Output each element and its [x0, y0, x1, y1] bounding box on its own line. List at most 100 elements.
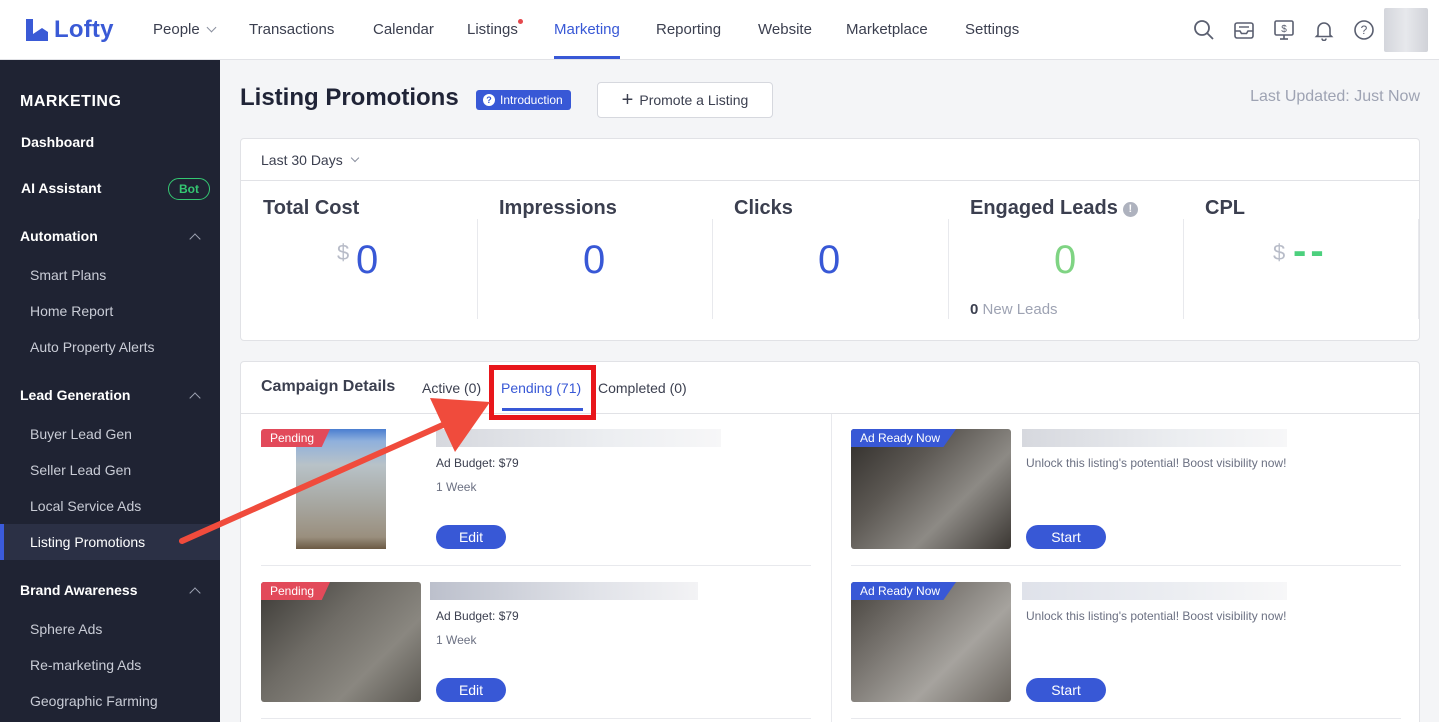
svg-text:?: ?	[1361, 23, 1368, 37]
sidebar-item-local-service-ads[interactable]: Local Service Ads	[30, 498, 141, 514]
sidebar-item-sphere-ads[interactable]: Sphere Ads	[30, 621, 102, 637]
last-updated: Last Updated: Just Now	[1250, 88, 1420, 105]
chevron-up-icon[interactable]	[189, 233, 201, 245]
stat-value: 0	[818, 238, 841, 282]
sidebar-item-listing-promotions[interactable]: Listing Promotions	[30, 534, 145, 550]
billing-icon[interactable]: $	[1273, 19, 1295, 41]
stat-value: 0	[583, 238, 606, 282]
sidebar-section-automation[interactable]: Automation	[20, 228, 98, 244]
chevron-up-icon[interactable]	[189, 392, 201, 404]
question-icon: ?	[483, 94, 495, 106]
info-icon[interactable]: !	[1122, 202, 1138, 217]
nav-listings-label: Listings	[467, 21, 518, 38]
help-icon[interactable]: ?	[1353, 19, 1375, 41]
ad-duration: 1 Week	[436, 633, 477, 647]
nav-listings[interactable]: Listings	[467, 0, 523, 60]
sidebar-item-smart-plans[interactable]: Smart Plans	[30, 267, 106, 283]
ad-budget: Ad Budget: $79	[436, 456, 519, 470]
sidebar-item-remarketing-ads[interactable]: Re-marketing Ads	[30, 657, 141, 673]
promote-listing-label: Promote a Listing	[639, 92, 749, 108]
nav-calendar[interactable]: Calendar	[373, 0, 434, 60]
currency-symbol: $	[1273, 240, 1286, 265]
listing-address-blurred	[1022, 429, 1287, 447]
currency-symbol: $	[337, 240, 350, 265]
stat-label: Engaged Leads!	[970, 197, 1138, 220]
sidebar-section-brand-awareness[interactable]: Brand Awareness	[20, 582, 138, 598]
annotation-highlight-box	[489, 365, 596, 420]
date-range-label: Last 30 Days	[261, 152, 343, 168]
stat-value: 0	[356, 238, 379, 282]
nav-people-label: People	[153, 21, 200, 38]
stat-impressions: Impressions 0	[477, 181, 712, 341]
chevron-up-icon[interactable]	[189, 587, 201, 599]
bot-badge: Bot	[168, 178, 210, 200]
chevron-down-icon	[206, 22, 217, 33]
start-button[interactable]: Start	[1026, 678, 1106, 702]
nav-settings[interactable]: Settings	[965, 0, 1019, 60]
svg-text:$: $	[1281, 24, 1287, 35]
inbox-icon[interactable]	[1233, 19, 1255, 41]
listing-address-blurred	[430, 582, 698, 600]
ad-ready-description: Unlock this listing's potential! Boost v…	[1026, 456, 1287, 470]
campaign-details-card: Campaign Details Active (0) Pending (71)…	[240, 361, 1420, 722]
sidebar-item-geographic-farming[interactable]: Geographic Farming	[30, 693, 158, 709]
nav-people[interactable]: People	[153, 0, 217, 60]
nav-marketing[interactable]: Marketing	[554, 0, 620, 60]
ad-ready-description: Unlock this listing's potential! Boost v…	[1026, 609, 1287, 623]
row-divider	[261, 718, 811, 719]
sidebar-title: MARKETING	[20, 93, 122, 110]
new-leads-label: New Leads	[982, 301, 1058, 318]
tab-completed[interactable]: Completed (0)	[598, 380, 687, 396]
stat-clicks: Clicks 0	[712, 181, 948, 341]
search-icon[interactable]	[1193, 19, 1215, 41]
stat-label: Total Cost	[263, 197, 360, 219]
top-nav: Lofty People Transactions Calendar Listi…	[0, 0, 1439, 60]
nav-reporting[interactable]: Reporting	[656, 0, 721, 60]
nav-transactions[interactable]: Transactions	[249, 0, 334, 60]
sidebar: MARKETING Dashboard AI Assistant Bot Aut…	[0, 60, 220, 722]
ad-duration: 1 Week	[436, 480, 477, 494]
edit-button[interactable]: Edit	[436, 525, 506, 549]
listing-address-blurred	[1022, 582, 1287, 600]
listing-thumbnail[interactable]: Pending	[261, 582, 421, 702]
sidebar-item-dashboard[interactable]: Dashboard	[21, 134, 94, 150]
sidebar-item-buyer-lead-gen[interactable]: Buyer Lead Gen	[30, 426, 132, 442]
stat-label-text: Engaged Leads	[970, 197, 1118, 219]
avatar[interactable]	[1384, 8, 1428, 52]
lofty-logo[interactable]: Lofty	[24, 16, 114, 44]
status-tag: Ad Ready Now	[851, 582, 957, 600]
stat-engaged-leads: Engaged Leads! 0 0 New Leads	[948, 181, 1183, 341]
nav-website[interactable]: Website	[758, 0, 812, 60]
campaign-details-title: Campaign Details	[261, 378, 396, 395]
bell-icon[interactable]	[1313, 19, 1335, 41]
row-divider	[851, 565, 1401, 566]
row-divider	[261, 565, 811, 566]
listing-thumbnail[interactable]: Pending	[261, 429, 421, 549]
listing-thumbnail[interactable]: Ad Ready Now	[851, 429, 1011, 549]
introduction-label: Introduction	[500, 93, 563, 107]
sidebar-item-home-report[interactable]: Home Report	[30, 303, 113, 319]
promote-listing-button[interactable]: + Promote a Listing	[597, 82, 773, 118]
stat-label: Impressions	[499, 197, 617, 219]
date-range-dropdown[interactable]: Last 30 Days	[261, 152, 359, 168]
stat-cpl: CPL $ --	[1183, 181, 1419, 341]
notification-dot	[517, 19, 523, 24]
edit-button[interactable]: Edit	[436, 678, 506, 702]
stat-value: --	[1293, 229, 1328, 273]
listing-thumbnail[interactable]: Ad Ready Now	[851, 582, 1011, 702]
status-tag: Ad Ready Now	[851, 429, 957, 447]
column-divider	[831, 414, 832, 722]
tab-active[interactable]: Active (0)	[422, 380, 481, 396]
plus-icon: +	[621, 89, 634, 111]
sidebar-item-ai-assistant[interactable]: AI Assistant	[21, 180, 101, 196]
introduction-badge[interactable]: ? Introduction	[476, 90, 571, 110]
sidebar-section-lead-generation[interactable]: Lead Generation	[20, 387, 130, 403]
start-button[interactable]: Start	[1026, 525, 1106, 549]
sidebar-item-seller-lead-gen[interactable]: Seller Lead Gen	[30, 462, 131, 478]
stat-label: CPL	[1205, 197, 1245, 219]
stat-total-cost: Total Cost $ 0	[241, 181, 477, 341]
nav-marketplace[interactable]: Marketplace	[846, 0, 928, 60]
sidebar-item-auto-property-alerts[interactable]: Auto Property Alerts	[30, 339, 155, 355]
stats-card: Last 30 Days Total Cost $ 0 Impressions …	[240, 138, 1420, 341]
listing-address-blurred	[436, 429, 721, 447]
